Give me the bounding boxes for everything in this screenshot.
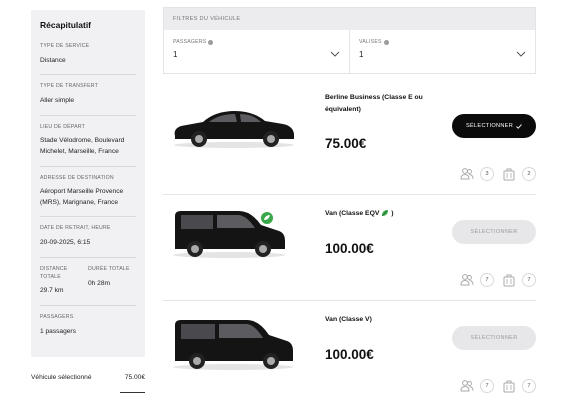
button-label: Sélectionner: [470, 229, 518, 235]
vehicle-card-van-eqv: Van (Classe EQV ) 100.00€ Sélectionner 7…: [163, 194, 536, 294]
chevron-down-icon: [516, 51, 526, 57]
van-eqv-image: [173, 211, 285, 258]
summary-destination: Adresse de destination Aéroport Marseill…: [40, 175, 136, 218]
summary-duration: Durée totale 0h 28m: [88, 266, 136, 297]
selected-underline: [120, 392, 145, 393]
filters-title: Filtres du véhicule: [164, 8, 535, 30]
summary-title: Récapitulatif: [40, 20, 92, 30]
summary-label: Passagers: [40, 313, 74, 320]
vehicle-capacity: 3 2: [460, 167, 536, 181]
luggage-filter-value: 1: [359, 50, 364, 59]
passengers-filter-select[interactable]: Passagers 1: [164, 30, 349, 74]
summary-value: 29.7 km: [40, 287, 64, 295]
summary-value: Stade Vélodrome, Boulevard Michelet, Mar…: [40, 137, 125, 156]
summary-departure: Lieu de départ Stade Vélodrome, Boulevar…: [40, 124, 136, 167]
vehicle-filters: Filtres du véhicule Passagers 1 Valises …: [163, 7, 536, 74]
filter-label-text: Valises: [359, 39, 382, 45]
luggage-capacity: 7: [502, 379, 536, 393]
summary-label: Type de service: [40, 43, 90, 49]
passenger-count: 7: [480, 379, 494, 393]
select-vehicle-button[interactable]: Sélectionner: [452, 326, 536, 350]
summary-label: Date de retrait, heure: [40, 225, 111, 232]
info-icon: [208, 39, 214, 45]
passengers-filter-label: Passagers: [173, 39, 340, 45]
suitcase-icon: [503, 380, 515, 393]
van-v-image: [173, 320, 293, 370]
luggage-filter-select[interactable]: Valises 1: [349, 30, 535, 74]
vehicle-capacity: 7 7: [460, 273, 536, 287]
selected-vehicle-label: Véhicule sélectionné: [31, 374, 92, 381]
luggage-count: 7: [522, 273, 536, 287]
luggage-count: 7: [522, 379, 536, 393]
select-vehicle-button[interactable]: Sélectionner: [452, 220, 536, 244]
suitcase-icon: [503, 274, 515, 287]
chevron-down-icon: [330, 51, 340, 57]
summary-transfer-type: Type de transfert Aller simple: [40, 83, 136, 116]
vehicle-price: 75.00€: [325, 136, 367, 151]
passengers-filter-value: 1: [173, 50, 178, 59]
luggage-count: 2: [522, 167, 536, 181]
selected-vehicle-price: 75.00€: [124, 374, 145, 381]
sedan-car-image: [174, 111, 294, 148]
select-vehicle-button[interactable]: Sélectionner: [452, 114, 536, 138]
suitcase-icon: [503, 168, 515, 181]
vehicle-name: Berline Business (Classe E ou équivalent…: [325, 94, 423, 113]
vehicle-price: 100.00€: [325, 347, 374, 362]
vehicle-name: Van (Classe EQV ): [325, 208, 435, 220]
summary-label: Distance totale: [40, 265, 68, 280]
luggage-filter-label: Valises: [359, 39, 526, 45]
vehicle-card-van-v: Van (Classe V) 100.00€ Sélectionner 7 7: [163, 300, 536, 400]
leaf-icon: [382, 210, 389, 217]
vehicle-capacity: 7 7: [460, 379, 536, 393]
summary-value: 0h 28m: [88, 279, 110, 287]
summary-pickup: Date de retrait, heure 20-09-2025, 6:15: [40, 225, 136, 258]
vehicle-name: Van (Classe V): [325, 316, 372, 323]
people-icon: [460, 380, 474, 392]
vehicle-name-text: Van (Classe EQV: [325, 210, 380, 217]
summary-value: Distance: [40, 56, 66, 64]
summary-value: Aller simple: [40, 97, 75, 105]
filter-label-text: Passagers: [173, 39, 207, 45]
summary-distance-duration: Distance totale 29.7 km Durée totale 0h …: [40, 266, 136, 306]
check-icon: [516, 123, 522, 129]
vehicle-name-suffix: ): [391, 210, 394, 217]
passenger-capacity: 7: [460, 379, 494, 393]
summary-label: Lieu de départ: [40, 123, 85, 130]
luggage-capacity: 2: [502, 167, 536, 181]
button-label: Sélectionner: [465, 123, 514, 129]
vehicle-price: 100.00€: [325, 241, 374, 256]
passenger-count: 3: [480, 167, 494, 181]
summary-label: Durée totale: [88, 265, 130, 272]
summary-value: 20-09-2025, 6:15: [40, 239, 91, 247]
summary-distance: Distance totale 29.7 km: [40, 266, 88, 297]
luggage-capacity: 7: [502, 273, 536, 287]
summary-label: Type de transfert: [40, 83, 98, 90]
people-icon: [460, 274, 474, 286]
summary-label: Adresse de destination: [40, 174, 114, 181]
summary-value: Aéroport Marseille Provence (MRS), Marig…: [40, 188, 124, 206]
button-label: Sélectionner: [470, 335, 518, 341]
passenger-count: 7: [480, 273, 494, 287]
summary-passengers: Passagers 1 passagers: [40, 314, 136, 345]
passenger-capacity: 7: [460, 273, 494, 287]
summary-service-type: Type de service Distance: [40, 43, 136, 76]
vehicle-card-sedan: Berline Business (Classe E ou équivalent…: [163, 82, 536, 182]
passenger-capacity: 3: [460, 167, 494, 181]
selected-vehicle-row: Véhicule sélectionné 75.00€: [31, 374, 145, 381]
people-icon: [460, 168, 474, 180]
summary-panel: Récapitulatif Type de service Distance T…: [31, 10, 145, 357]
summary-value: 1 passagers: [40, 327, 76, 335]
info-icon: [383, 39, 389, 45]
